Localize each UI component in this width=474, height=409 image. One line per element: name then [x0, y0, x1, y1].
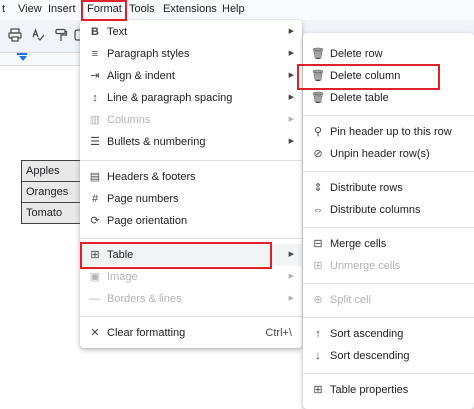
clear-formatting-icon: ✕: [90, 327, 100, 339]
menu-divider: [303, 115, 474, 116]
sort-ascending-icon: ↑: [315, 328, 321, 340]
format-menu-item-text[interactable]: B Text ▶: [80, 21, 302, 43]
menu-help[interactable]: Help: [222, 3, 245, 15]
menu-tools[interactable]: Tools: [129, 3, 155, 15]
align-indent-icon: ⇥: [90, 70, 100, 82]
headers-footers-icon: ▤: [89, 171, 101, 183]
table-menu-item-delete-table[interactable]: 🗑 Delete table: [303, 87, 474, 109]
pin-icon: ⚲: [313, 126, 323, 138]
format-menu-item-page-orientation[interactable]: ⟳ Page orientation: [80, 210, 302, 232]
menu-divider: [303, 227, 474, 228]
submenu-arrow-icon: ▶: [288, 295, 294, 302]
submenu-arrow-icon: ▶: [288, 94, 294, 101]
left-indent-marker[interactable]: [19, 56, 27, 61]
submenu-arrow-icon: ▶: [288, 72, 294, 79]
page-numbers-icon: #: [91, 193, 99, 205]
print-icon[interactable]: [8, 28, 22, 42]
format-menu-item-paragraph-styles[interactable]: ≡ Paragraph styles ▶: [80, 43, 302, 65]
table-menu-item-sort-ascending[interactable]: ↑ Sort ascending: [303, 323, 474, 345]
line-spacing-icon: ↕: [92, 92, 98, 104]
submenu-arrow-icon: ▶: [288, 138, 294, 145]
table-menu-item-distribute-columns[interactable]: ⇔ Distribute columns: [303, 199, 474, 221]
spellcheck-icon[interactable]: [31, 28, 45, 42]
menu-divider: [303, 171, 474, 172]
format-menu-item-headers-footers[interactable]: ▤ Headers & footers: [80, 166, 302, 188]
table-menu-item-unpin-header[interactable]: ⊘ Unpin header row(s): [303, 143, 474, 165]
format-menu-item-bullets[interactable]: ☰ Bullets & numbering ▶: [80, 131, 302, 153]
borders-lines-icon: —: [89, 293, 101, 305]
menu-insert[interactable]: Insert: [48, 3, 76, 15]
paragraph-styles-icon: ≡: [91, 48, 99, 60]
distribute-columns-icon: ⇔: [312, 204, 324, 216]
highlight-box-delete-column: [297, 64, 440, 90]
format-menu-item-align-indent[interactable]: ⇥ Align & indent ▶: [80, 65, 302, 87]
menu-divider: [80, 160, 302, 161]
menu-extensions[interactable]: Extensions: [163, 3, 217, 15]
menu-file-partial[interactable]: t: [2, 3, 5, 15]
sort-descending-icon: ↓: [315, 350, 321, 362]
table-properties-icon: ⊞: [313, 384, 323, 396]
columns-icon: ▥: [89, 114, 101, 126]
format-menu: B Text ▶ ≡ Paragraph styles ▶ ⇥ Align & …: [80, 20, 302, 348]
table-menu-item-unmerge-cells[interactable]: ⊞ Unmerge cells: [303, 255, 474, 277]
table-menu-item-pin-header[interactable]: ⚲ Pin header up to this row: [303, 121, 474, 143]
menu-view[interactable]: View: [18, 3, 42, 15]
format-menu-item-page-numbers[interactable]: # Page numbers: [80, 188, 302, 210]
submenu-arrow-icon: ▶: [288, 273, 294, 280]
image-icon: ▣: [89, 271, 101, 283]
merge-cells-icon: ⊟: [313, 238, 323, 250]
first-line-indent-marker[interactable]: [17, 53, 27, 55]
format-menu-item-line-spacing[interactable]: ↕ Line & paragraph spacing ▶: [80, 87, 302, 109]
trash-icon: 🗑: [311, 92, 325, 104]
unmerge-cells-icon: ⊞: [313, 260, 323, 272]
menu-divider: [80, 238, 302, 239]
submenu-arrow-icon: ▶: [288, 28, 294, 35]
highlight-box-format-menu: [81, 0, 127, 21]
table-menu-item-split-cell[interactable]: ⊕ Split cell: [303, 289, 474, 311]
table-menu-item-merge-cells[interactable]: ⊟ Merge cells: [303, 233, 474, 255]
menu-divider: [80, 316, 302, 317]
format-menu-item-borders-lines[interactable]: — Borders & lines ▶: [80, 288, 302, 310]
table-menu-item-delete-row[interactable]: 🗑 Delete row: [303, 43, 474, 65]
menu-bar: t View Insert Format Tools Extensions He…: [0, 0, 474, 20]
menu-divider: [303, 373, 474, 374]
shortcut-label: Ctrl+\: [265, 327, 292, 339]
bold-icon: B: [91, 26, 99, 38]
unpin-icon: ⊘: [313, 148, 323, 160]
menu-divider: [303, 317, 474, 318]
submenu-arrow-icon: ▶: [288, 116, 294, 123]
table-menu-item-sort-descending[interactable]: ↓ Sort descending: [303, 345, 474, 367]
submenu-arrow-icon: ▶: [288, 50, 294, 57]
table-menu-item-distribute-rows[interactable]: ⇕ Distribute rows: [303, 177, 474, 199]
split-cell-icon: ⊕: [313, 294, 323, 306]
page-orientation-icon: ⟳: [90, 215, 100, 227]
format-menu-item-image[interactable]: ▣ Image ▶: [80, 266, 302, 288]
bullets-icon: ☰: [90, 136, 100, 148]
submenu-arrow-icon: ▶: [288, 251, 294, 258]
trash-icon: 🗑: [311, 48, 325, 60]
distribute-rows-icon: ⇕: [313, 182, 323, 194]
format-menu-item-columns[interactable]: ▥ Columns ▶: [80, 109, 302, 131]
paint-format-icon[interactable]: [54, 28, 68, 42]
table-menu-item-table-properties[interactable]: ⊞ Table properties: [303, 379, 474, 401]
format-menu-item-clear-formatting[interactable]: ✕ Clear formatting Ctrl+\: [80, 322, 302, 344]
highlight-box-table-item: [80, 242, 272, 269]
menu-divider: [303, 283, 474, 284]
